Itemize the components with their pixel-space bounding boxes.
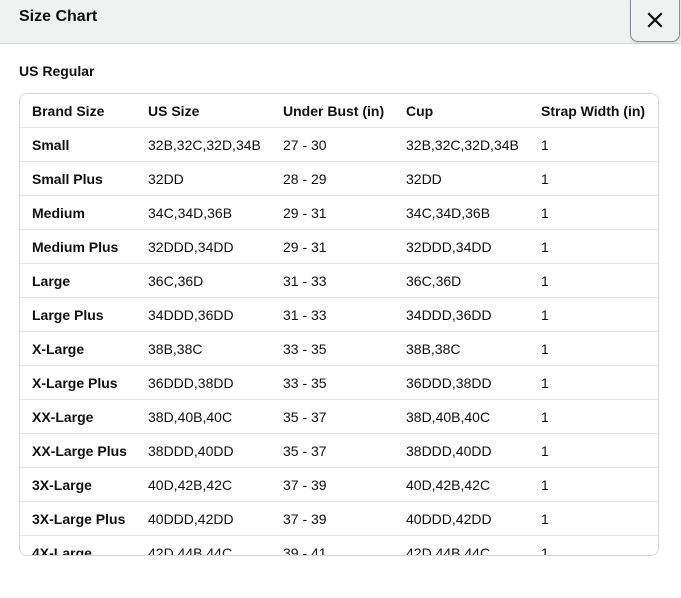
brand-size-cell: Large — [32, 272, 71, 289]
cup-cell: 32DD — [406, 170, 442, 187]
table-row: XX-Large Plus 38DDD,40DD 35 - 37 38DDD,40DD… — [20, 434, 658, 468]
us-size-cell: 32DDD,34DD — [148, 238, 234, 255]
table-row: Small 32B,32C,32D,34B 27 - 30 32B,32C,32D,3… — [20, 128, 658, 162]
us-size-cell: 38D,40B,40C — [148, 408, 233, 425]
size-chart-table: Brand Size US Size Under Bust (in) Cup S… — [19, 93, 659, 556]
table-row: Medium 34C,34D,36B 29 - 31 34C,34D,36B 1 — [20, 196, 658, 230]
table-row: Large 36C,36D 31 - 33 36C,36D 1 — [20, 264, 658, 298]
under-bust-cell: 35 - 37 — [283, 442, 327, 459]
cup-cell: 38B,38C — [406, 340, 461, 357]
modal-title: Size Chart — [19, 8, 98, 25]
strap-width-cell: 1 — [541, 340, 549, 357]
strap-width-cell: 1 — [541, 272, 549, 289]
table-row: 3X-Large Plus 40DDD,42DD 37 - 39 40DDD,42DD… — [20, 502, 658, 536]
strap-width-cell: 1 — [541, 408, 549, 425]
us-size-cell: 32DD — [148, 170, 184, 187]
strap-width-cell: 1 — [541, 170, 549, 187]
under-bust-cell: 28 - 29 — [283, 170, 327, 187]
cup-cell: 36DDD,38DD — [406, 374, 492, 391]
cup-cell: 40DDD,42DD — [406, 510, 492, 527]
table-body: Small 32B,32C,32D,34B 27 - 30 32B,32C,32D,3… — [20, 128, 658, 556]
strap-width-cell: 1 — [541, 510, 549, 527]
strap-width-cell: 1 — [541, 238, 549, 255]
strap-width-cell: 1 — [541, 204, 549, 221]
brand-size-cell: 3X-Large Plus — [32, 510, 126, 527]
section-title: US Regular — [19, 63, 95, 79]
cup-cell: 36C,36D — [406, 272, 462, 289]
under-bust-cell: 35 - 37 — [283, 408, 327, 425]
brand-size-cell: 3X-Large — [32, 476, 92, 493]
brand-size-cell: X-Large Plus — [32, 374, 118, 391]
cup-cell: 34C,34D,36B — [406, 204, 491, 221]
us-size-cell: 40DDD,42DD — [148, 510, 234, 527]
brand-size-cell: XX-Large — [32, 408, 94, 425]
us-size-cell: 38B,38C — [148, 340, 203, 357]
cup-cell: 32B,32C,32D,34B — [406, 136, 519, 153]
brand-size-cell: XX-Large Plus — [32, 442, 127, 459]
brand-size-cell: X-Large — [32, 340, 85, 357]
under-bust-cell: 27 - 30 — [283, 136, 327, 153]
cup-cell: 38D,40B,40C — [406, 408, 491, 425]
column-header-cup: Cup — [406, 102, 434, 119]
strap-width-cell: 1 — [541, 374, 549, 391]
under-bust-cell: 29 - 31 — [283, 204, 327, 221]
us-size-cell: 34C,34D,36B — [148, 204, 233, 221]
under-bust-cell: 37 - 39 — [283, 476, 327, 493]
strap-width-cell: 1 — [541, 306, 549, 323]
under-bust-cell: 33 - 35 — [283, 374, 327, 391]
column-header-under-bust: Under Bust (in) — [283, 102, 385, 119]
under-bust-cell: 31 - 33 — [283, 272, 327, 289]
table-row: 3X-Large 40D,42B,42C 37 - 39 40D,42B,42C 1 — [20, 468, 658, 502]
table-row: X-Large Plus 36DDD,38DD 33 - 35 36DDD,38DD 1 — [20, 366, 658, 400]
under-bust-cell: 33 - 35 — [283, 340, 327, 357]
table-row: 4X-Large 42D,44B,44C 39 - 41 42D,44B,44C 1 — [20, 536, 658, 556]
cup-cell: 34DDD,36DD — [406, 306, 492, 323]
cup-cell: 42D,44B,44C — [406, 544, 491, 556]
brand-size-cell: Small Plus — [32, 170, 103, 187]
strap-width-cell: 1 — [541, 442, 549, 459]
table-row: Large Plus 34DDD,36DD 31 - 33 34DDD,36DD 1 — [20, 298, 658, 332]
table-row: Small Plus 32DD 28 - 29 32DD 1 — [20, 162, 658, 196]
us-size-cell: 38DDD,40DD — [148, 442, 234, 459]
column-header-strap-width: Strap Width (in) — [541, 102, 646, 119]
close-icon — [647, 12, 663, 28]
brand-size-cell: Medium — [32, 204, 85, 221]
table-row: X-Large 38B,38C 33 - 35 38B,38C 1 — [20, 332, 658, 366]
modal-header: Size Chart — [0, 0, 681, 44]
strap-width-cell: 1 — [541, 544, 549, 556]
table-row: Medium Plus 32DDD,34DD 29 - 31 32DDD,34DD 1 — [20, 230, 658, 264]
under-bust-cell: 39 - 41 — [283, 544, 327, 556]
cup-cell: 40D,42B,42C — [406, 476, 491, 493]
cup-cell: 32DDD,34DD — [406, 238, 492, 255]
us-size-cell: 36C,36D — [148, 272, 204, 289]
table-row: XX-Large 38D,40B,40C 35 - 37 38D,40B,40C 1 — [20, 400, 658, 434]
brand-size-cell: Small — [32, 136, 70, 153]
strap-width-cell: 1 — [541, 476, 549, 493]
us-size-cell: 40D,42B,42C — [148, 476, 233, 493]
us-size-cell: 34DDD,36DD — [148, 306, 234, 323]
strap-width-cell: 1 — [541, 136, 549, 153]
brand-size-cell: Large Plus — [32, 306, 104, 323]
table-header-row: Brand Size US Size Under Bust (in) Cup S… — [20, 94, 658, 128]
under-bust-cell: 31 - 33 — [283, 306, 327, 323]
brand-size-cell: Medium Plus — [32, 238, 119, 255]
column-header-us-size: US Size — [148, 102, 200, 119]
us-size-cell: 32B,32C,32D,34B — [148, 136, 261, 153]
us-size-cell: 42D,44B,44C — [148, 544, 233, 556]
cup-cell: 38DDD,40DD — [406, 442, 492, 459]
us-size-cell: 36DDD,38DD — [148, 374, 234, 391]
close-button[interactable] — [630, 0, 680, 42]
column-header-brand-size: Brand Size — [32, 102, 105, 119]
under-bust-cell: 29 - 31 — [283, 238, 327, 255]
brand-size-cell: 4X-Large — [32, 544, 92, 556]
under-bust-cell: 37 - 39 — [283, 510, 327, 527]
